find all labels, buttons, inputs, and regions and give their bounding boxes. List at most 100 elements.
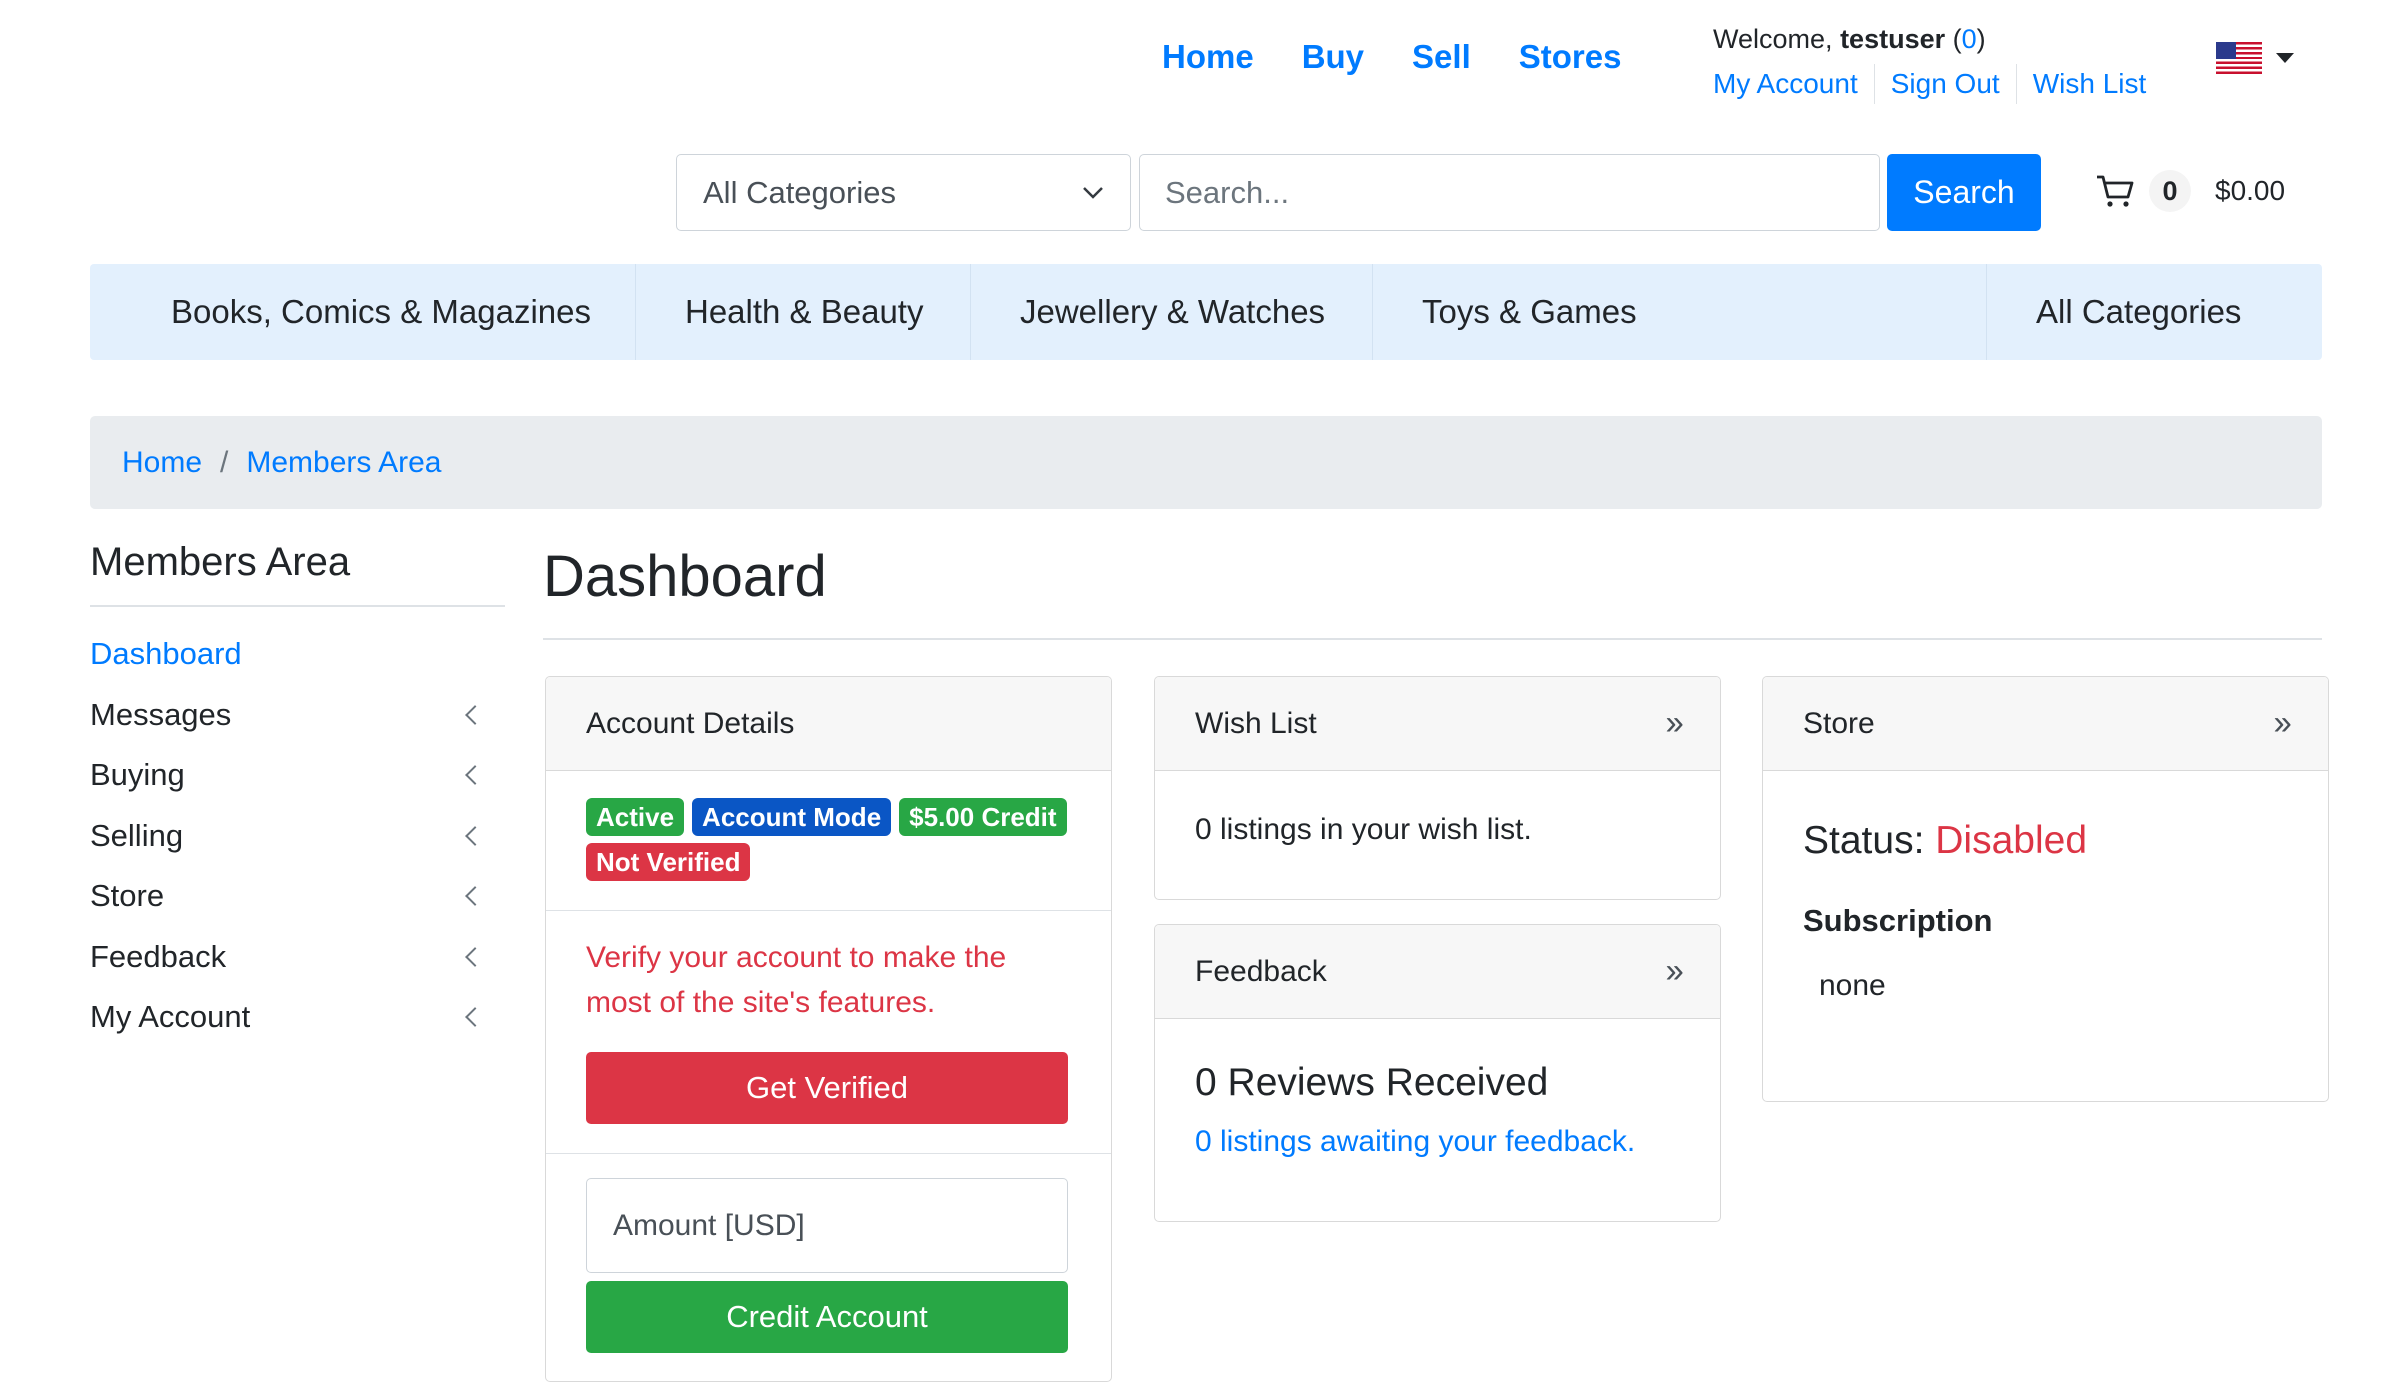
status-value: Disabled	[1935, 819, 2088, 862]
sidebar-item-buying[interactable]: Buying	[90, 745, 490, 806]
chevron-left-icon	[465, 704, 485, 725]
category-select-value: All Categories	[703, 174, 896, 210]
us-flag-icon	[2216, 42, 2262, 74]
nav-buy-link[interactable]: Buy	[1302, 38, 1364, 76]
breadcrumb-home[interactable]: Home	[122, 446, 202, 480]
sidebar-item-my-account[interactable]: My Account	[90, 987, 490, 1048]
category-nav-spacer	[1637, 264, 1987, 360]
category-toys-games[interactable]: Toys & Games	[1373, 264, 1637, 360]
chevron-down-icon	[1083, 186, 1103, 199]
title-divider	[543, 638, 2322, 640]
double-chevron-right-icon[interactable]: ››	[2273, 704, 2292, 743]
username: testuser	[1840, 24, 1946, 54]
category-books[interactable]: Books, Comics & Magazines	[90, 264, 636, 360]
message-count-value[interactable]: 0	[1962, 24, 1977, 54]
wish-list-link[interactable]: Wish List	[2015, 64, 2163, 104]
caret-down-icon	[2276, 53, 2294, 63]
chevron-left-icon	[465, 1007, 485, 1028]
double-chevron-right-icon[interactable]: ››	[1665, 952, 1684, 991]
message-count[interactable]: (0)	[1953, 24, 1986, 54]
breadcrumb-members-area[interactable]: Members Area	[246, 446, 441, 480]
breadcrumb-separator: /	[220, 445, 229, 479]
sidebar-item-store[interactable]: Store	[90, 866, 490, 927]
awaiting-feedback-link[interactable]: 0 listings awaiting your feedback.	[1195, 1105, 1680, 1159]
sidebar-item-label: Messages	[90, 696, 232, 732]
credit-account-button[interactable]: Credit Account	[586, 1281, 1068, 1353]
nav-stores-link[interactable]: Stores	[1519, 38, 1622, 76]
sidebar-item-label: Buying	[90, 757, 185, 793]
wish-list-card: Wish List ›› 0 listings in your wish lis…	[1154, 676, 1721, 900]
category-label: Toys & Games	[1422, 293, 1637, 330]
category-all[interactable]: All Categories	[1987, 264, 2322, 360]
category-nav: Books, Comics & Magazines Health & Beaut…	[90, 264, 2322, 360]
chevron-left-icon	[465, 825, 485, 846]
sidebar-item-label: Dashboard	[90, 636, 242, 672]
sidebar-item-dashboard[interactable]: Dashboard	[90, 624, 490, 685]
verify-section: Verify your account to make the most of …	[546, 911, 1111, 1154]
cart-total: $0.00	[2215, 175, 2286, 206]
verify-message: Verify your account to make the most of …	[586, 941, 1007, 1019]
sidebar-item-label: Feedback	[90, 938, 227, 974]
language-selector[interactable]	[2216, 42, 2294, 74]
subscription-label: Subscription	[1803, 903, 1993, 938]
card-title: Account Details	[586, 706, 795, 740]
sign-out-link[interactable]: Sign Out	[1873, 64, 2016, 104]
card-title: Wish List	[1195, 706, 1317, 740]
status-badge: Active	[586, 798, 685, 836]
sidebar-item-label: Store	[90, 878, 165, 914]
credit-section: Amount [USD] Credit Account	[546, 1154, 1111, 1353]
cart-icon	[2097, 175, 2134, 207]
welcome-message: Welcome, testuser (0)	[1713, 24, 1986, 55]
sidebar-menu: Dashboard Messages Buying Selling Store …	[90, 624, 490, 1048]
sidebar-item-label: My Account	[90, 999, 251, 1035]
card-header[interactable]: Store ››	[1763, 677, 2328, 771]
card-header[interactable]: Wish List ››	[1155, 677, 1720, 771]
user-links: My Account Sign Out Wish List	[1713, 64, 2162, 104]
reviews-received: 0 Reviews Received	[1195, 1061, 1549, 1104]
store-status: Status: Disabled	[1803, 771, 2288, 863]
category-label: Books, Comics & Magazines	[171, 293, 591, 330]
category-health-beauty[interactable]: Health & Beauty	[636, 264, 971, 360]
cart-count: 0	[2149, 170, 2191, 212]
welcome-prefix: Welcome,	[1713, 24, 1833, 54]
card-header[interactable]: Feedback ››	[1155, 925, 1720, 1019]
category-label: Jewellery & Watches	[1020, 293, 1326, 330]
store-card: Store ›› Status: Disabled Subscription n…	[1762, 676, 2329, 1102]
mode-badge: Account Mode	[692, 798, 892, 836]
chevron-left-icon	[465, 946, 485, 967]
my-account-link[interactable]: My Account	[1713, 64, 1874, 104]
account-details-card: Account Details Active Account Mode $5.0…	[545, 676, 1112, 1382]
status-label: Status:	[1803, 819, 1925, 862]
feedback-card: Feedback ›› 0 Reviews Received 0 listing…	[1154, 924, 1721, 1222]
nav-home-link[interactable]: Home	[1162, 38, 1254, 76]
verification-badge: Not Verified	[586, 843, 751, 881]
double-chevron-right-icon[interactable]: ››	[1665, 704, 1684, 743]
category-select[interactable]: All Categories	[676, 154, 1131, 231]
cart[interactable]: 0 $0.00	[2095, 170, 2285, 212]
nav-sell-link[interactable]: Sell	[1412, 38, 1471, 76]
search-input[interactable]	[1139, 154, 1880, 231]
page-title: Dashboard	[543, 544, 827, 609]
amount-input[interactable]: Amount [USD]	[586, 1178, 1068, 1273]
chevron-left-icon	[465, 886, 485, 907]
card-title: Store	[1803, 706, 1875, 740]
sidebar-item-messages[interactable]: Messages	[90, 685, 490, 746]
category-label: Health & Beauty	[685, 293, 924, 330]
card-header: Account Details	[546, 677, 1111, 771]
chevron-left-icon	[465, 765, 485, 786]
subscription-value: none	[1819, 969, 1886, 1002]
main-nav: Home Buy Sell Stores	[1162, 38, 1621, 76]
sidebar-item-feedback[interactable]: Feedback	[90, 927, 490, 988]
sidebar-item-label: Selling	[90, 817, 184, 853]
card-title: Feedback	[1195, 954, 1327, 988]
sidebar-divider	[90, 605, 505, 607]
category-label: All Categories	[2036, 293, 2242, 330]
credit-badge: $5.00 Credit	[899, 798, 1067, 836]
breadcrumb: Home / Members Area	[90, 416, 2322, 509]
sidebar-item-selling[interactable]: Selling	[90, 806, 490, 867]
sidebar-title: Members Area	[90, 540, 351, 584]
search-button[interactable]: Search	[1887, 154, 2041, 231]
wish-list-summary: 0 listings in your wish list.	[1195, 813, 1532, 846]
category-jewellery-watches[interactable]: Jewellery & Watches	[971, 264, 1373, 360]
get-verified-button[interactable]: Get Verified	[586, 1052, 1068, 1124]
